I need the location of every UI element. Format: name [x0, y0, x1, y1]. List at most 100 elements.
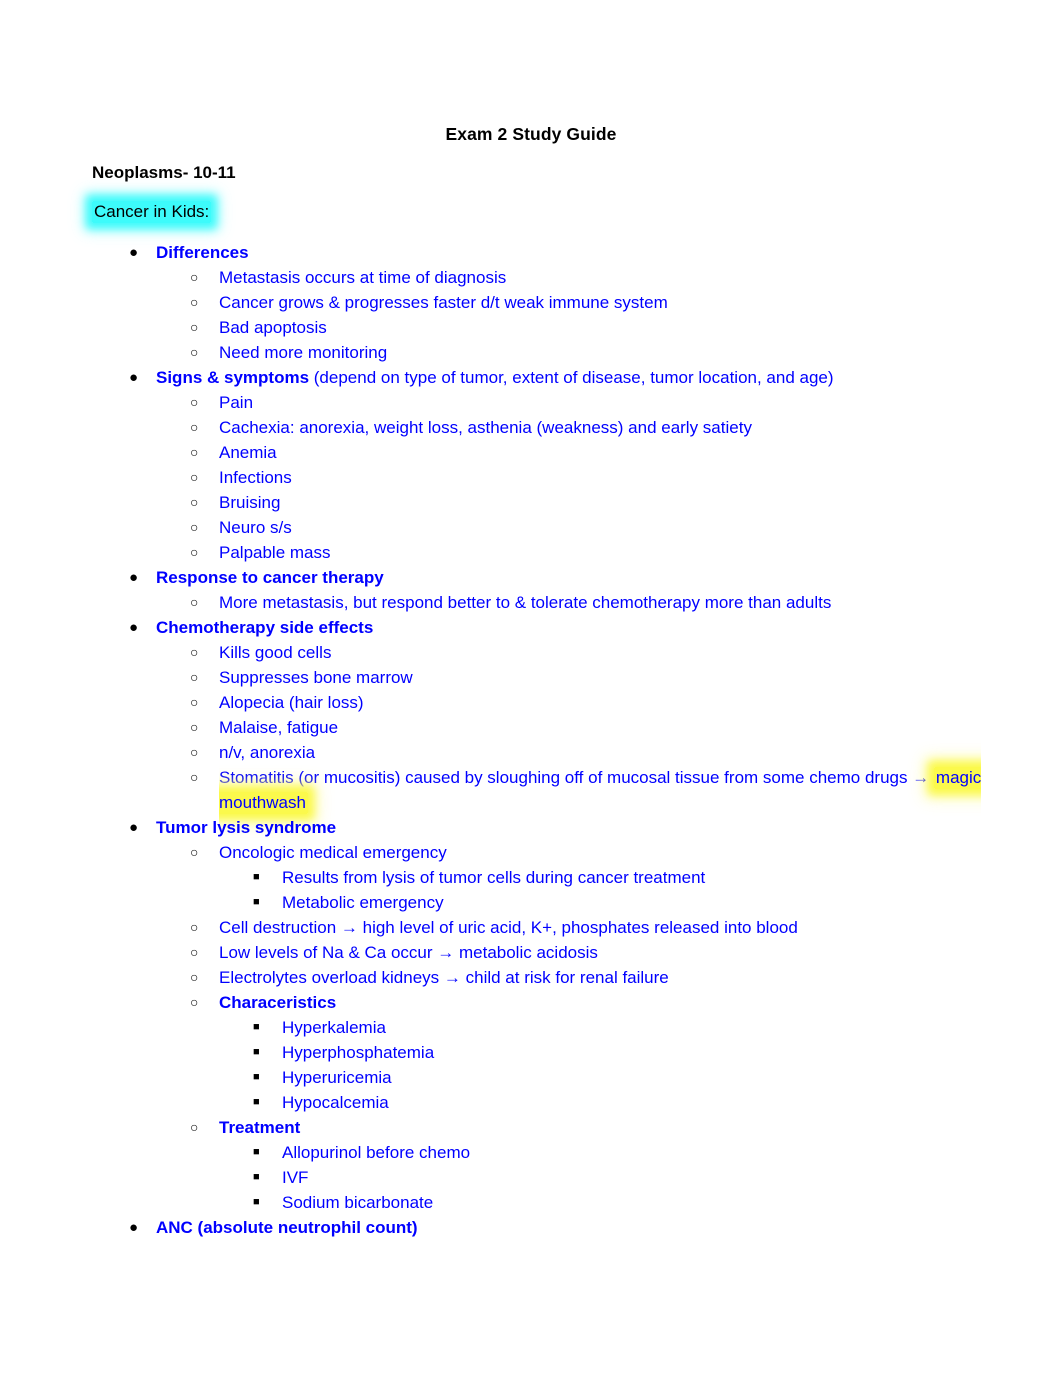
list-item-label: n/v, anorexia: [219, 743, 316, 762]
list-item-label: Stomatitis (or mucositis) caused by slou…: [219, 765, 1062, 815]
bullet-hollow-circle-icon: ○: [190, 594, 199, 610]
bullet-hollow-circle-icon: ○: [190, 669, 199, 685]
list-item-label: Malaise, fatigue: [219, 718, 339, 737]
bullet-hollow-circle-icon: ○: [190, 344, 199, 360]
bullet-hollow-circle-icon: ○: [190, 994, 199, 1010]
list-item: ○ Infections: [0, 465, 1062, 490]
list-item: ○ Cancer grows & progresses faster d/t w…: [0, 290, 1062, 315]
bullet-hollow-circle-icon: ○: [190, 394, 199, 410]
list-item-label: More metastasis, but respond better to &…: [219, 593, 832, 612]
list-item: ○ Characeristics: [0, 990, 1062, 1015]
list-item: ■ Hyperuricemia: [0, 1065, 1062, 1090]
bullet-filled-circle-icon: ●: [129, 1219, 139, 1236]
list-item-label: Bad apoptosis: [219, 318, 327, 337]
list-item: ■ IVF: [0, 1165, 1062, 1190]
list-item-label: Response to cancer therapy: [156, 568, 384, 587]
page-title: Exam 2 Study Guide: [445, 124, 617, 144]
bullet-hollow-circle-icon: ○: [190, 419, 199, 435]
bullet-filled-circle-icon: ●: [129, 369, 139, 386]
bullet-filled-square-icon: ■: [253, 1046, 260, 1058]
list-item-label: Neuro s/s: [219, 518, 292, 537]
stomatitis-text: Stomatitis (or mucositis) caused by slou…: [219, 768, 934, 787]
list-item: ○ Malaise, fatigue: [0, 715, 1062, 740]
list-item-label: Hypocalcemia: [282, 1093, 389, 1112]
document-page: Exam 2 Study Guide Neoplasms- 10-11 Canc…: [0, 0, 1062, 1377]
bullet-hollow-circle-icon: ○: [190, 944, 199, 960]
list-item: ○ Oncologic medical emergency: [0, 840, 1062, 865]
bullet-hollow-circle-icon: ○: [190, 694, 199, 710]
list-item-label: Metabolic emergency: [282, 893, 444, 912]
list-item: ● Signs & symptoms (depend on type of tu…: [0, 365, 1062, 390]
bullet-filled-square-icon: ■: [253, 1096, 260, 1108]
outline-list: ● Differences ○ Metastasis occurs at tim…: [0, 240, 1062, 1240]
bullet-hollow-circle-icon: ○: [190, 319, 199, 335]
bullet-filled-square-icon: ■: [253, 1171, 260, 1183]
list-item-label: Cancer grows & progresses faster d/t wea…: [219, 293, 668, 312]
list-item: ○ More metastasis, but respond better to…: [0, 590, 1062, 615]
bullet-filled-square-icon: ■: [253, 896, 260, 908]
bullet-hollow-circle-icon: ○: [190, 519, 199, 535]
list-item: ● Tumor lysis syndrome: [0, 815, 1062, 840]
list-item: ○ n/v, anorexia: [0, 740, 1062, 765]
list-item: ○ Treatment: [0, 1115, 1062, 1140]
signs-symptoms-suffix: (depend on type of tumor, extent of dise…: [309, 368, 834, 387]
list-item-label: Signs & symptoms (depend on type of tumo…: [156, 365, 1062, 390]
list-item-label: Anemia: [219, 443, 277, 462]
bullet-hollow-circle-icon: ○: [190, 269, 199, 285]
list-item: ● Chemotherapy side effects: [0, 615, 1062, 640]
cyan-highlight: Cancer in Kids:: [92, 201, 212, 223]
bullet-hollow-circle-icon: ○: [190, 444, 199, 460]
list-item: ○ Bruising: [0, 490, 1062, 515]
list-item-label: Metastasis occurs at time of diagnosis: [219, 268, 507, 287]
list-item: ■ Allopurinol before chemo: [0, 1140, 1062, 1165]
list-item-label: Sodium bicarbonate: [282, 1193, 434, 1212]
list-item-label: Low levels of Na & Ca occur → metabolic …: [219, 943, 598, 962]
list-item-label: Pain: [219, 393, 254, 412]
bullet-filled-square-icon: ■: [253, 1196, 260, 1208]
bullet-hollow-circle-icon: ○: [190, 544, 199, 560]
bullet-hollow-circle-icon: ○: [190, 294, 199, 310]
bullet-filled-square-icon: ■: [253, 871, 260, 883]
list-item-label: Cachexia: anorexia, weight loss, astheni…: [219, 418, 752, 437]
list-item: ○ Electrolytes overload kidneys → child …: [0, 965, 1062, 990]
bullet-hollow-circle-icon: ○: [190, 744, 199, 760]
list-item: ○ Suppresses bone marrow: [0, 665, 1062, 690]
list-item: ■ Results from lysis of tumor cells duri…: [0, 865, 1062, 890]
list-item-label: Tumor lysis syndrome: [156, 818, 337, 837]
subheading-cancer-in-kids: Cancer in Kids:: [92, 201, 212, 223]
list-item-label: Results from lysis of tumor cells during…: [282, 868, 706, 887]
bullet-filled-circle-icon: ●: [129, 244, 139, 261]
list-item: ○ Metastasis occurs at time of diagnosis: [0, 265, 1062, 290]
list-item-label: Chemotherapy side effects: [156, 618, 374, 637]
bullet-filled-circle-icon: ●: [129, 619, 139, 636]
list-item: ■ Metabolic emergency: [0, 890, 1062, 915]
list-item: ○ Anemia: [0, 440, 1062, 465]
bullet-filled-square-icon: ■: [253, 1071, 260, 1083]
bullet-filled-square-icon: ■: [253, 1021, 260, 1033]
list-item: ■ Hyperphosphatemia: [0, 1040, 1062, 1065]
list-item: ■ Hyperkalemia: [0, 1015, 1062, 1040]
list-item-label: Characeristics: [219, 993, 337, 1012]
bullet-hollow-circle-icon: ○: [190, 494, 199, 510]
list-item: ○ Alopecia (hair loss): [0, 690, 1062, 715]
signs-symptoms-label: Signs & symptoms: [156, 368, 310, 387]
bullet-filled-circle-icon: ●: [129, 819, 139, 836]
list-item-label: Bruising: [219, 493, 281, 512]
list-item-label: Need more monitoring: [219, 343, 388, 362]
bullet-hollow-circle-icon: ○: [190, 469, 199, 485]
list-item: ● ANC (absolute neutrophil count): [0, 1215, 1062, 1240]
list-item-label: Electrolytes overload kidneys → child at…: [219, 968, 669, 987]
bullet-hollow-circle-icon: ○: [190, 919, 199, 935]
section-heading: Neoplasms- 10-11: [92, 163, 236, 182]
list-item: ○ Cell destruction → high level of uric …: [0, 915, 1062, 940]
list-item: ■ Sodium bicarbonate: [0, 1190, 1062, 1215]
list-item-label: Infections: [219, 468, 292, 487]
bullet-hollow-circle-icon: ○: [190, 969, 199, 985]
list-item-label: Treatment: [219, 1118, 301, 1137]
list-item: ○ Bad apoptosis: [0, 315, 1062, 340]
list-item: ○ Need more monitoring: [0, 340, 1062, 365]
list-item-stomatitis: ○ Stomatitis (or mucositis) caused by sl…: [0, 765, 1062, 815]
list-item: ○ Kills good cells: [0, 640, 1062, 665]
list-item: ● Response to cancer therapy: [0, 565, 1062, 590]
list-item-label: Kills good cells: [219, 643, 332, 662]
